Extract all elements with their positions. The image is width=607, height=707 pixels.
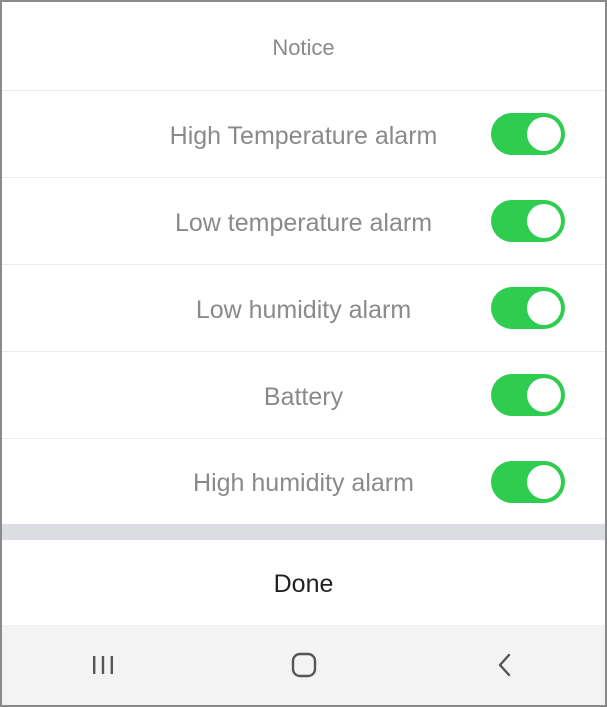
battery-toggle[interactable] — [491, 374, 565, 416]
list-item-battery: Battery — [2, 352, 605, 439]
notice-dialog: Notice High Temperature alarm Low temper… — [0, 0, 607, 707]
list-item-high-humidity: High humidity alarm — [2, 439, 605, 524]
toggle-knob — [527, 464, 561, 499]
recent-apps-icon[interactable] — [73, 635, 133, 695]
low-humidity-alarm-toggle[interactable] — [491, 287, 565, 329]
list-item-low-temperature: Low temperature alarm — [2, 178, 605, 265]
toggle-knob — [527, 291, 561, 325]
list-item-high-temperature: High Temperature alarm — [2, 91, 605, 178]
toggle-knob — [527, 204, 561, 238]
list-item-low-humidity: Low humidity alarm — [2, 265, 605, 352]
done-button[interactable]: Done — [2, 540, 605, 626]
low-temperature-alarm-toggle[interactable] — [491, 200, 565, 242]
high-humidity-alarm-toggle[interactable] — [491, 460, 565, 503]
high-temperature-alarm-toggle[interactable] — [491, 113, 565, 155]
home-icon[interactable] — [274, 635, 334, 695]
dialog-title: Notice — [2, 2, 605, 91]
back-icon[interactable] — [475, 635, 535, 695]
section-divider — [2, 524, 605, 540]
toggle-knob — [527, 117, 561, 151]
toggle-knob — [527, 378, 561, 412]
system-navigation-bar — [2, 625, 605, 705]
